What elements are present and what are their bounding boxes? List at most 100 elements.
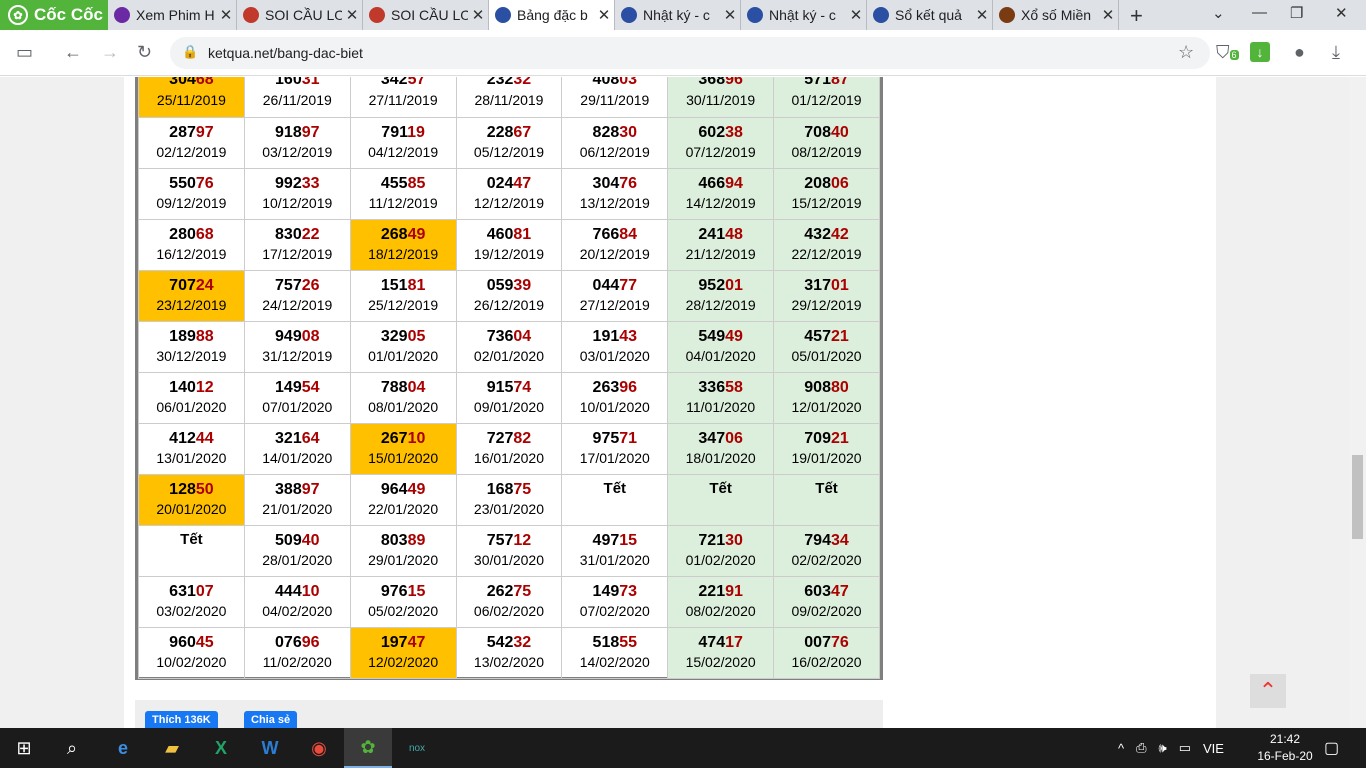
- result-cell: 00776 16/02/2020: [773, 627, 880, 679]
- result-number-tail: 21: [830, 430, 849, 447]
- result-cell: 34257 27/11/2019: [349, 77, 457, 118]
- scroll-to-top-button[interactable]: ⌃: [1250, 674, 1286, 708]
- lock-icon[interactable]: 🔒: [182, 44, 198, 60]
- tab-close-icon[interactable]: ✕: [846, 6, 866, 24]
- tab-close-icon[interactable]: ✕: [1098, 6, 1118, 24]
- result-date: 13/02/2020: [473, 654, 544, 670]
- result-number-head: 044: [592, 277, 620, 294]
- result-number-tail: 06: [830, 175, 849, 192]
- download-extension-icon[interactable]: ↓: [1250, 42, 1270, 62]
- notification-icon[interactable]: ▢: [1324, 738, 1339, 758]
- browser-tab[interactable]: Sổ kết quả ✕: [867, 0, 993, 30]
- coccoc-menu-button[interactable]: ✿ Cốc Cốc: [0, 0, 108, 30]
- result-number-head: 952: [698, 277, 726, 294]
- start-button[interactable]: ⊞: [0, 728, 48, 768]
- result-number-head: 603: [804, 583, 831, 600]
- adblock-extension-icon[interactable]: ⛉ 6: [1216, 42, 1239, 63]
- result-date: 26/12/2019: [473, 297, 544, 313]
- downloads-icon[interactable]: ⤓: [1332, 42, 1340, 63]
- table-row: Tết 50940 28/01/2020 80389 29/01/2020 75712 30…: [138, 525, 880, 577]
- browser-tab[interactable]: Nhật ký - c ✕: [615, 0, 741, 30]
- result-number-tail: 45: [195, 634, 214, 651]
- maximize-button[interactable]: ❐: [1290, 4, 1303, 22]
- close-window-button[interactable]: ✕: [1335, 4, 1348, 22]
- tab-search-icon[interactable]: ⌄: [1212, 4, 1225, 22]
- result-number: 70840: [774, 122, 879, 143]
- result-cell: 26396 10/01/2020: [561, 372, 669, 424]
- result-number-tail: 96: [619, 379, 638, 396]
- tab-close-icon[interactable]: ✕: [594, 6, 614, 24]
- edge-icon[interactable]: e: [99, 728, 147, 768]
- browser-tab[interactable]: Xổ số Miền ✕: [993, 0, 1119, 30]
- result-number: 26849: [351, 224, 456, 245]
- result-cell: 45721 05/01/2020: [773, 321, 880, 373]
- excel-icon[interactable]: X: [197, 728, 245, 768]
- nox-player-icon[interactable]: nox: [393, 728, 441, 768]
- bookmark-star-icon[interactable]: ☆: [1178, 42, 1194, 63]
- result-date: 05/02/2020: [368, 603, 439, 619]
- result-number-tail: 21: [830, 328, 849, 345]
- reload-button[interactable]: ↻: [137, 42, 152, 63]
- volume-icon[interactable]: 🕪: [1159, 740, 1167, 756]
- fb-like-button[interactable]: Thích 136K: [145, 711, 218, 728]
- result-number: 97615: [351, 581, 456, 602]
- chrome-icon[interactable]: ◉: [295, 728, 343, 768]
- result-number-tail: 31: [301, 77, 320, 88]
- result-number-head: 024: [486, 175, 514, 192]
- browser-tab[interactable]: Xem Phim H ✕: [108, 0, 237, 30]
- forward-button[interactable]: →: [101, 42, 119, 63]
- result-cell: 19747 12/02/2020: [349, 627, 457, 679]
- language-indicator[interactable]: VIE: [1203, 741, 1224, 756]
- network-icon[interactable]: ▭: [1179, 740, 1191, 756]
- profile-icon[interactable]: ●: [1294, 42, 1305, 63]
- result-number-head: 267: [380, 430, 408, 447]
- fb-share-button[interactable]: Chia sẻ: [244, 711, 298, 728]
- result-cell: 50940 28/01/2020: [243, 525, 351, 577]
- result-date: 28/12/2019: [685, 297, 756, 313]
- browser-tab[interactable]: SOI CẦU LO ✕: [237, 0, 363, 30]
- result-number: 04477: [562, 275, 667, 296]
- browser-tab[interactable]: Nhật ký - c ✕: [741, 0, 867, 30]
- result-number-head: 241: [698, 226, 726, 243]
- result-number-head: 708: [804, 124, 831, 141]
- address-bar[interactable]: 🔒 ketqua.net/bang-dac-biet: [170, 37, 1210, 69]
- minimize-button[interactable]: —: [1252, 4, 1267, 21]
- browser-tab[interactable]: Bảng đặc b ✕: [489, 0, 615, 30]
- result-number: 33658: [668, 377, 773, 398]
- result-number-head: 992: [275, 175, 302, 192]
- browser-tab[interactable]: SOI CẦU LO ✕: [363, 0, 489, 30]
- result-cell: 14012 06/01/2020: [138, 372, 245, 424]
- tab-close-icon[interactable]: ✕: [468, 6, 488, 24]
- word-icon[interactable]: W: [246, 728, 294, 768]
- result-date: 06/02/2020: [473, 603, 544, 619]
- result-cell: 83022 17/12/2019: [243, 219, 351, 271]
- result-cell: 46081 19/12/2019: [455, 219, 563, 271]
- tab-close-icon[interactable]: ✕: [720, 6, 740, 24]
- page-scrollbar[interactable]: [1349, 77, 1366, 728]
- sidebar-icon[interactable]: ▭: [16, 42, 33, 63]
- taskbar-clock[interactable]: 21:42 16-Feb-20: [1254, 731, 1316, 765]
- result-number-tail: 22: [301, 226, 320, 243]
- search-icon[interactable]: ⌕: [48, 728, 96, 768]
- tab-close-icon[interactable]: ✕: [972, 6, 992, 24]
- back-button[interactable]: ←: [64, 42, 82, 63]
- result-number-tail: 17: [725, 634, 743, 651]
- tab-close-icon[interactable]: ✕: [342, 6, 362, 24]
- result-number-tail: 32: [513, 77, 532, 88]
- tab-title: Xem Phim H: [136, 7, 215, 23]
- scrollbar-thumb[interactable]: [1352, 455, 1363, 539]
- printer-icon[interactable]: ⎙: [1136, 740, 1146, 756]
- result-date: 15/02/2020: [685, 654, 756, 670]
- table-row: 18988 30/12/2019 94908 31/12/2019 32905 01/01…: [138, 321, 880, 373]
- file-explorer-icon[interactable]: ▰: [148, 728, 196, 768]
- url-text[interactable]: ketqua.net/bang-dac-biet: [208, 45, 363, 61]
- result-number: 99233: [245, 173, 350, 194]
- new-tab-button[interactable]: +: [1130, 3, 1143, 29]
- result-number-head: 497: [592, 532, 620, 549]
- result-number-head: 151: [380, 277, 408, 294]
- tab-title: Nhật ký - c: [643, 7, 710, 23]
- coccoc-taskbar-icon[interactable]: ✿: [344, 728, 392, 768]
- tab-close-icon[interactable]: ✕: [216, 6, 236, 24]
- result-number-head: 960: [169, 634, 196, 651]
- chevron-up-icon[interactable]: ^: [1118, 741, 1124, 756]
